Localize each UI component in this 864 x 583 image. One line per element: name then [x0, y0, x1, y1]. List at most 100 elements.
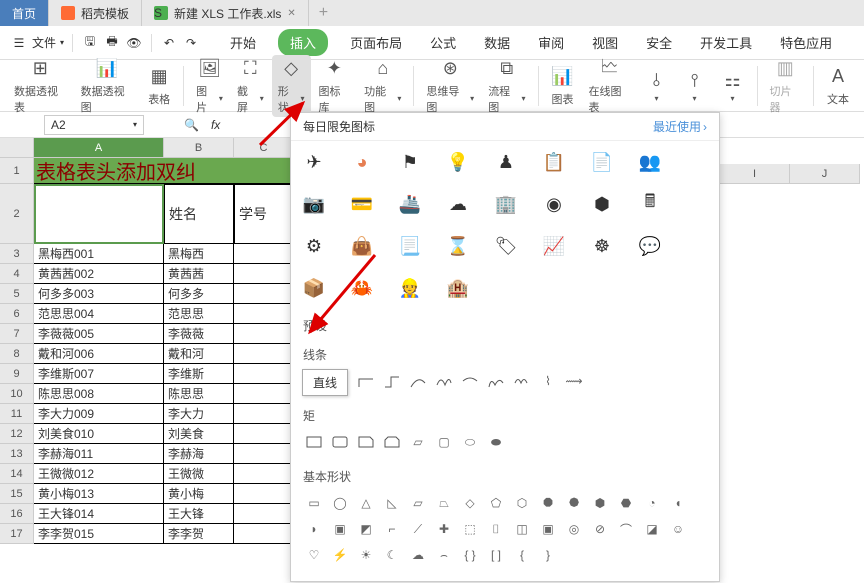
- cell[interactable]: 黄小梅013: [34, 484, 164, 504]
- disc-icon[interactable]: ◉: [543, 193, 565, 215]
- cell[interactable]: 范思思: [164, 304, 234, 324]
- foldedcorner-shape[interactable]: ◪: [641, 519, 663, 539]
- page-icon[interactable]: 📃: [399, 235, 421, 257]
- print-icon[interactable]: 🖶: [103, 34, 121, 52]
- cell[interactable]: 陈思思: [164, 384, 234, 404]
- cell[interactable]: [234, 504, 294, 524]
- cell[interactable]: 李维斯: [164, 364, 234, 384]
- smiley-shape[interactable]: ☺: [667, 519, 689, 539]
- row-header[interactable]: 13: [0, 444, 34, 464]
- cube-shape[interactable]: ◫: [511, 519, 533, 539]
- cell[interactable]: [234, 284, 294, 304]
- bag-icon[interactable]: 👜: [351, 235, 373, 257]
- diagstripe-shape[interactable]: ⟋: [407, 519, 429, 539]
- chat-icon[interactable]: 💬: [639, 235, 661, 257]
- cell[interactable]: [234, 344, 294, 364]
- pie-icon[interactable]: ◕: [351, 151, 373, 173]
- name-box[interactable]: A2▾: [44, 115, 144, 135]
- redo-icon[interactable]: ↷: [182, 34, 200, 52]
- cloud-shape[interactable]: ☁: [407, 545, 429, 565]
- cell[interactable]: [234, 464, 294, 484]
- row-header[interactable]: 9: [0, 364, 34, 384]
- frame-shape[interactable]: ▣: [329, 519, 351, 539]
- teardrop-shape[interactable]: ◗: [303, 519, 325, 539]
- cell[interactable]: 黄茜茜002: [34, 264, 164, 284]
- sale-icon[interactable]: 🏷: [495, 235, 517, 257]
- zoom-icon[interactable]: 🔍: [184, 118, 199, 132]
- tab-insert[interactable]: 插入: [278, 29, 328, 56]
- undo-icon[interactable]: ↶: [160, 34, 178, 52]
- cell[interactable]: 刘美食: [164, 424, 234, 444]
- plaque-shape[interactable]: ⬚: [459, 519, 481, 539]
- recent-link[interactable]: 最近使用›: [653, 118, 707, 135]
- cell[interactable]: 王微微: [164, 464, 234, 484]
- cell[interactable]: 黑梅西001: [34, 244, 164, 264]
- hourglass-icon[interactable]: ⌛: [447, 235, 469, 257]
- flag-icon[interactable]: ⚑: [399, 151, 421, 173]
- arc-shape[interactable]: ⌢: [433, 545, 455, 565]
- curve3-shape[interactable]: [459, 371, 481, 391]
- row-header[interactable]: 17: [0, 524, 34, 544]
- noentry-shape[interactable]: ⊘: [589, 519, 611, 539]
- row-header[interactable]: 6: [0, 304, 34, 324]
- row-header[interactable]: 2: [0, 184, 34, 244]
- curve2-shape[interactable]: [433, 371, 455, 391]
- row-header[interactable]: 4: [0, 264, 34, 284]
- snip2-shape[interactable]: [381, 432, 403, 452]
- tab-layout[interactable]: 页面布局: [344, 29, 408, 56]
- pentagon-shape[interactable]: ⬠: [485, 493, 507, 513]
- heart-shape[interactable]: ♡: [303, 545, 325, 565]
- cell[interactable]: 陈思思008: [34, 384, 164, 404]
- cell[interactable]: 戴和河006: [34, 344, 164, 364]
- cell[interactable]: [234, 384, 294, 404]
- cell[interactable]: 王大锋: [164, 504, 234, 524]
- chess-icon[interactable]: ♟: [495, 151, 517, 173]
- cell[interactable]: [234, 404, 294, 424]
- fx-icon[interactable]: fx: [211, 118, 220, 132]
- can-shape[interactable]: ⌷: [485, 519, 507, 539]
- halfframe-shape[interactable]: ◩: [355, 519, 377, 539]
- mindmap-button[interactable]: ⊛思维导图▾: [420, 55, 480, 117]
- row-header[interactable]: 15: [0, 484, 34, 504]
- chart2-icon[interactable]: 📈: [543, 235, 565, 257]
- shape-button[interactable]: ◇形状▾: [272, 55, 311, 117]
- roundrect-shape[interactable]: [329, 432, 351, 452]
- row-header[interactable]: 7: [0, 324, 34, 344]
- row-header[interactable]: 5: [0, 284, 34, 304]
- wheel-icon[interactable]: ☸: [591, 235, 613, 257]
- cell[interactable]: 何多多: [164, 284, 234, 304]
- col-header[interactable]: I: [720, 164, 790, 184]
- cell[interactable]: 姓名: [164, 184, 234, 244]
- cell[interactable]: 学号: [234, 184, 294, 244]
- winloss-button[interactable]: ⚏▾: [715, 66, 751, 105]
- row-header[interactable]: 11: [0, 404, 34, 424]
- row-header[interactable]: 1: [0, 158, 34, 184]
- round1-shape[interactable]: ▢: [433, 432, 455, 452]
- crab-icon[interactable]: 🦀: [351, 277, 373, 299]
- hex-icon[interactable]: ⬢: [591, 193, 613, 215]
- worker-icon[interactable]: 👷: [399, 277, 421, 299]
- row-header[interactable]: 8: [0, 344, 34, 364]
- moon-shape[interactable]: ☾: [381, 545, 403, 565]
- building-icon[interactable]: 🏢: [495, 193, 517, 215]
- rect2-shape[interactable]: ▭: [303, 493, 325, 513]
- cell[interactable]: [234, 444, 294, 464]
- connector2-shape[interactable]: ⟿: [563, 371, 585, 391]
- app-menu-icon[interactable]: ☰: [10, 34, 28, 52]
- iconlib-button[interactable]: ✦图标库: [313, 55, 357, 117]
- hexagon-shape[interactable]: ⬡: [511, 493, 533, 513]
- online-chart-button[interactable]: 🗠在线图表: [582, 55, 636, 117]
- row-header[interactable]: 14: [0, 464, 34, 484]
- snip1-shape[interactable]: [355, 432, 377, 452]
- row-header[interactable]: 3: [0, 244, 34, 264]
- cell[interactable]: 王微微012: [34, 464, 164, 484]
- trapezoid-shape[interactable]: ⏢: [433, 493, 455, 513]
- calc-icon[interactable]: 🖩: [639, 193, 661, 215]
- heptagon-shape[interactable]: ⯃: [537, 493, 559, 513]
- cell[interactable]: 黑梅西: [164, 244, 234, 264]
- diamond-shape[interactable]: ◇: [459, 493, 481, 513]
- sparkline-button[interactable]: ⫰▾: [639, 66, 675, 105]
- ship-icon[interactable]: 🚢: [399, 193, 421, 215]
- octagon-shape[interactable]: ⯄: [563, 493, 585, 513]
- cell[interactable]: [234, 304, 294, 324]
